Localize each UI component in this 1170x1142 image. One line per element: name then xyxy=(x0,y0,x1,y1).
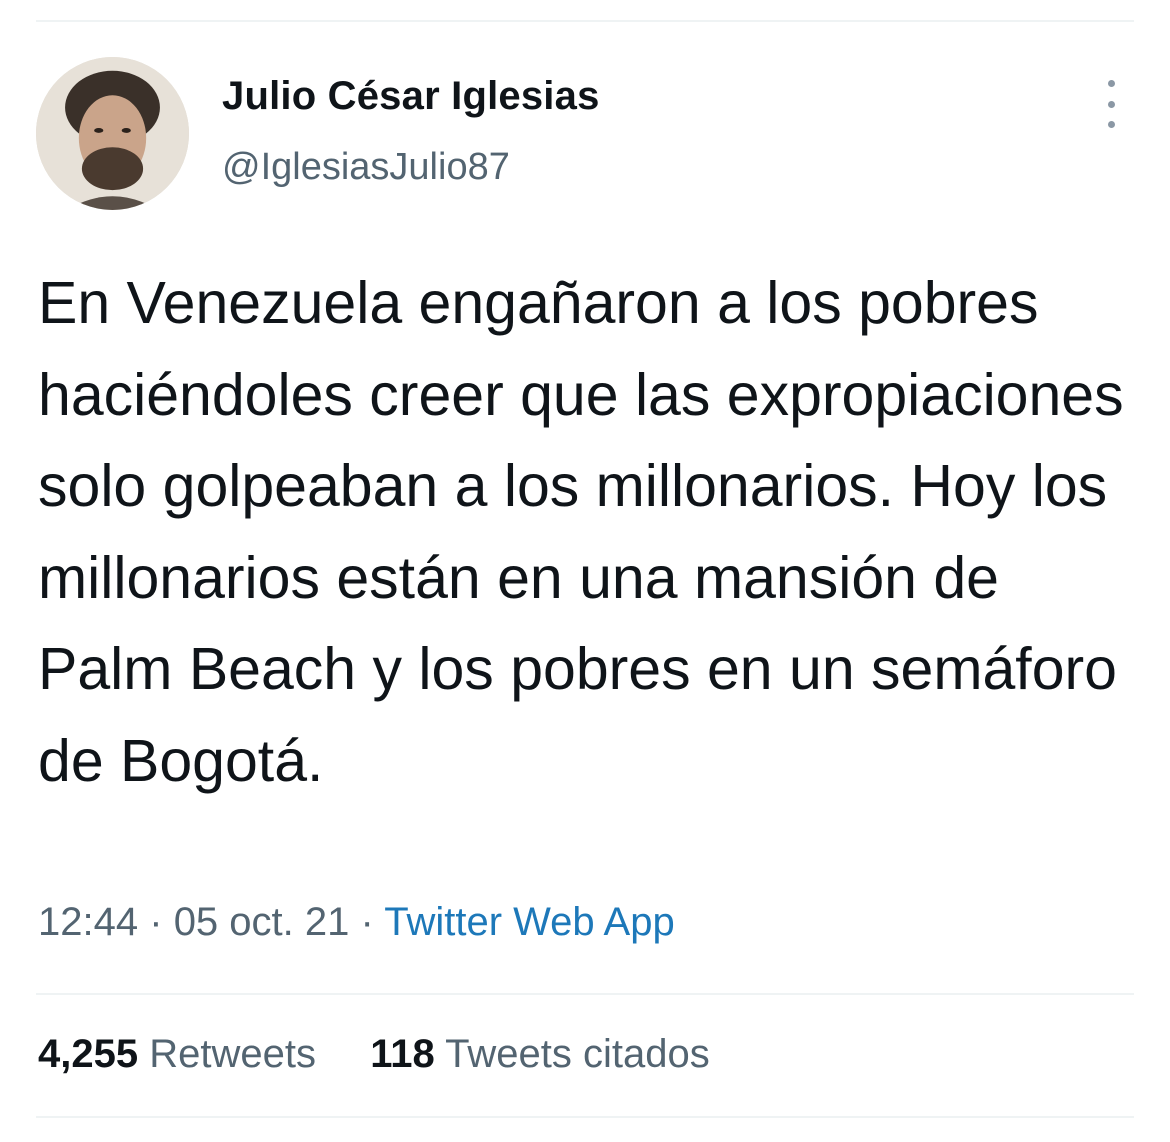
retweets-count: 4,255 xyxy=(38,1032,139,1076)
avatar[interactable] xyxy=(36,57,189,210)
retweets-stat[interactable]: 4,255 Retweets xyxy=(38,1032,327,1076)
meta-separator: · xyxy=(149,900,163,944)
tweet-meta: 12:44 · 05 oct. 21 · Twitter Web App xyxy=(38,900,675,945)
avatar-photo xyxy=(36,57,189,210)
tweet-time[interactable]: 12:44 xyxy=(38,900,138,944)
quotes-stat[interactable]: 118 Tweets citados xyxy=(370,1032,710,1076)
meta-separator: · xyxy=(360,900,374,944)
user-handle[interactable]: @IglesiasJulio87 xyxy=(222,146,510,189)
bottom-divider xyxy=(36,1116,1134,1118)
tweet-text: En Venezuela engañaron a los pobres haci… xyxy=(38,270,1124,794)
stats-divider xyxy=(36,993,1134,995)
display-name[interactable]: Julio César Iglesias xyxy=(222,74,600,119)
quotes-count: 118 xyxy=(370,1032,435,1076)
tweet-source-link[interactable]: Twitter Web App xyxy=(384,900,675,944)
quotes-label: Tweets citados xyxy=(445,1032,710,1076)
more-options-button[interactable] xyxy=(1096,80,1126,128)
tweet-date[interactable]: 05 oct. 21 xyxy=(174,900,350,944)
top-divider xyxy=(36,20,1134,22)
retweets-label: Retweets xyxy=(149,1032,316,1076)
tweet-stats: 4,255 Retweets 118 Tweets citados xyxy=(38,1032,710,1077)
